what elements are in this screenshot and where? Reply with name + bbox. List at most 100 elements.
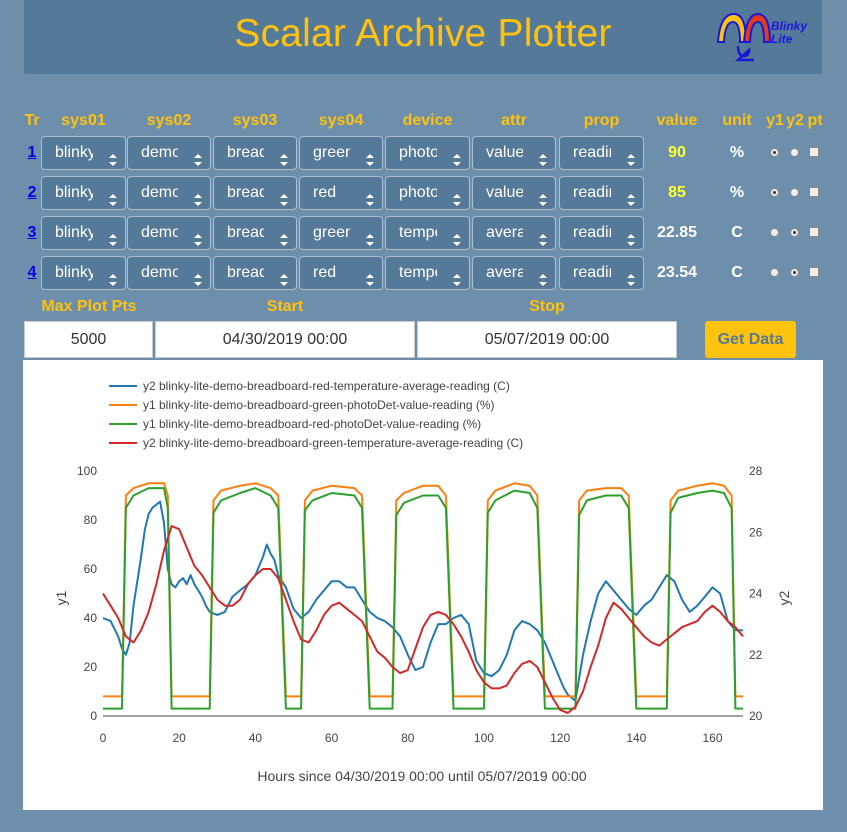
y1-radio-row-1[interactable] <box>770 148 779 157</box>
y2-tick-label: 28 <box>749 464 763 478</box>
x-tick-label: 100 <box>474 731 494 745</box>
sys04-select-row-4[interactable]: red <box>299 256 383 290</box>
sys04-select-value: green <box>313 144 350 161</box>
select-arrows-icon <box>453 187 461 206</box>
attr-select-row-4[interactable]: avera( <box>472 256 556 290</box>
y2-radio-row-4[interactable] <box>790 268 799 277</box>
attr-select-row-1[interactable]: value <box>472 136 556 170</box>
device-select-row-1[interactable]: photol <box>385 136 470 170</box>
col-header-unit: unit <box>722 112 752 129</box>
select-arrows-icon <box>280 187 288 206</box>
legend-label-3: y1 blinky-lite-demo-breadboard-red-photo… <box>143 417 481 431</box>
prop-select-value: readin <box>573 264 611 281</box>
pt-checkbox-row-2[interactable] <box>809 187 819 197</box>
y1-tick-label: 40 <box>84 611 98 625</box>
x-tick-label: 120 <box>550 731 570 745</box>
sys04-select-row-3[interactable]: green <box>299 216 383 250</box>
stop-label: Stop <box>529 298 565 315</box>
y2-radio-row-2[interactable] <box>790 188 799 197</box>
max-plot-pts-label: Max Plot Pts <box>41 298 137 315</box>
y2-radio-row-1[interactable] <box>790 148 799 157</box>
y2-radio-row-3[interactable] <box>790 228 799 237</box>
pt-checkbox-row-4[interactable] <box>809 267 819 277</box>
y2-tick-label: 24 <box>749 587 763 601</box>
trace-value-4: 23.54 <box>656 264 698 281</box>
y2-tick-label: 26 <box>749 525 763 539</box>
app-header: Scalar Archive Plotter Blinky Lite <box>23 0 823 75</box>
prop-select-row-3[interactable]: readin <box>559 216 644 250</box>
trace-link-4[interactable]: 4 <box>23 264 41 282</box>
select-arrows-icon <box>627 147 635 166</box>
sys04-select-value: green <box>313 224 350 241</box>
sys01-select-value: blinky <box>55 144 93 161</box>
pt-checkbox-row-1[interactable] <box>809 147 819 157</box>
get-data-button[interactable]: Get Data <box>705 321 796 358</box>
sys01-select-row-4[interactable]: blinky <box>41 256 126 290</box>
trace-link-3[interactable]: 3 <box>23 224 41 242</box>
chart-svg[interactable]: y2 blinky-lite-demo-breadboard-red-tempe… <box>23 360 823 810</box>
y1-radio-row-3[interactable] <box>770 228 779 237</box>
y1-tick-label: 60 <box>84 562 98 576</box>
prop-select-value: readin <box>573 224 611 241</box>
sys03-select-row-4[interactable]: bread <box>213 256 297 290</box>
sys02-select-row-1[interactable]: demo <box>127 136 211 170</box>
device-select-value: photol <box>399 144 437 161</box>
y1-radio-row-2[interactable] <box>770 188 779 197</box>
legend-label-2: y1 blinky-lite-demo-breadboard-green-pho… <box>143 398 495 412</box>
device-select-value: photol <box>399 184 437 201</box>
select-arrows-icon <box>539 147 547 166</box>
device-select-row-3[interactable]: tempe <box>385 216 470 250</box>
select-arrows-icon <box>627 227 635 246</box>
col-header-tr: Tr <box>24 112 40 129</box>
sys04-select-row-1[interactable]: green <box>299 136 383 170</box>
col-header-y2: y2 <box>786 112 804 129</box>
select-arrows-icon <box>627 267 635 286</box>
col-header-device: device <box>402 112 453 129</box>
trace-unit-4: C <box>731 264 743 281</box>
select-arrows-icon <box>453 267 461 286</box>
sys03-select-row-3[interactable]: bread <box>213 216 297 250</box>
select-arrows-icon <box>194 147 202 166</box>
sys04-select-row-2[interactable]: red <box>299 176 383 210</box>
sys02-select-row-3[interactable]: demo <box>127 216 211 250</box>
trace-value-2: 85 <box>668 184 686 201</box>
device-select-row-4[interactable]: tempe <box>385 256 470 290</box>
prop-select-row-1[interactable]: readin <box>559 136 644 170</box>
sys01-select-row-3[interactable]: blinky <box>41 216 126 250</box>
y2-tick-label: 22 <box>749 648 763 662</box>
device-select-row-2[interactable]: photol <box>385 176 470 210</box>
sys01-select-row-2[interactable]: blinky <box>41 176 126 210</box>
sys03-select-row-1[interactable]: bread <box>213 136 297 170</box>
sys02-select-row-4[interactable]: demo <box>127 256 211 290</box>
max-plot-pts-input[interactable]: 5000 <box>24 321 153 358</box>
col-header-sys01: sys01 <box>61 112 106 129</box>
sys02-select-value: demo <box>141 224 178 241</box>
trace-link-2[interactable]: 2 <box>23 184 41 202</box>
blinky-lite-logo: Blinky Lite <box>714 8 824 66</box>
select-arrows-icon <box>109 267 117 286</box>
attr-select-row-2[interactable]: value <box>472 176 556 210</box>
sys02-select-value: demo <box>141 264 178 281</box>
sys02-select-row-2[interactable]: demo <box>127 176 211 210</box>
select-arrows-icon <box>280 147 288 166</box>
pt-checkbox-row-3[interactable] <box>809 227 819 237</box>
prop-select-row-2[interactable]: readin <box>559 176 644 210</box>
legend-label-1: y2 blinky-lite-demo-breadboard-red-tempe… <box>143 379 510 393</box>
start-datetime-input[interactable]: 04/30/2019 00:00 <box>155 321 415 358</box>
sys03-select-row-2[interactable]: bread <box>213 176 297 210</box>
trace-unit-2: % <box>729 184 745 201</box>
trace-link-1[interactable]: 1 <box>23 144 41 162</box>
y1-axis-title: y1 <box>53 590 69 605</box>
col-header-value: value <box>656 112 698 129</box>
attr-select-value: avera( <box>486 224 523 241</box>
plot-area[interactable]: y2 blinky-lite-demo-breadboard-red-tempe… <box>23 360 823 810</box>
sys02-select-value: demo <box>141 144 178 161</box>
prop-select-row-4[interactable]: readin <box>559 256 644 290</box>
y1-tick-label: 80 <box>84 513 98 527</box>
attr-select-row-3[interactable]: avera( <box>472 216 556 250</box>
select-arrows-icon <box>366 267 374 286</box>
select-arrows-icon <box>280 227 288 246</box>
stop-datetime-input[interactable]: 05/07/2019 00:00 <box>417 321 677 358</box>
sys01-select-row-1[interactable]: blinky <box>41 136 126 170</box>
y1-radio-row-4[interactable] <box>770 268 779 277</box>
